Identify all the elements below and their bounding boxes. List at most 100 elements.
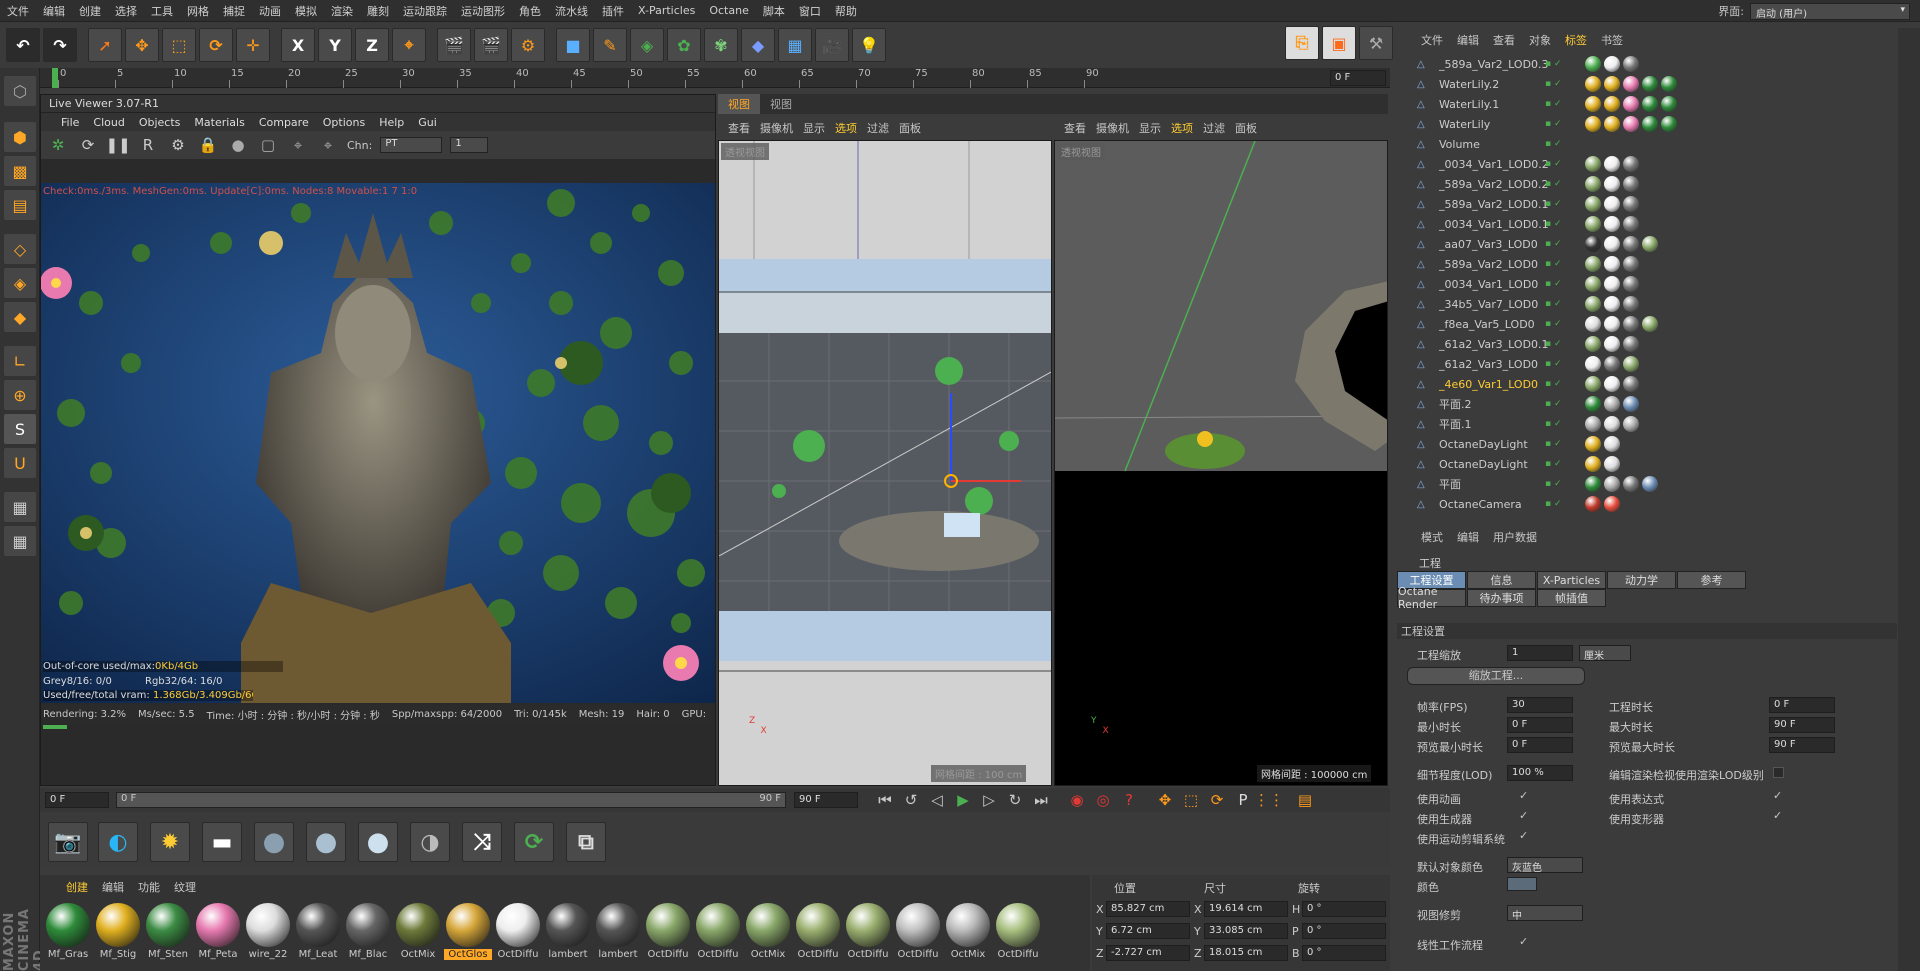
next-key-icon[interactable]: ↻ [1004,789,1026,811]
material-tag-icon[interactable] [1604,436,1620,452]
object-visibility-toggle[interactable]: ▪ ✓ [1545,439,1562,449]
viewport-menu-item[interactable]: 面板 [899,120,921,136]
object-visibility-toggle[interactable]: ▪ ✓ [1545,179,1562,189]
material-tag-icon[interactable] [1604,356,1620,372]
position-x-field[interactable]: 85.827 cm [1106,901,1190,917]
object-row[interactable]: △ OctaneDayLight ▪ ✓ [1403,434,1913,454]
object-visibility-toggle[interactable]: ▪ ✓ [1545,159,1562,169]
menu-item[interactable]: 脚本 [756,3,792,19]
material-tag-icon[interactable] [1623,256,1639,272]
menu-item[interactable]: 运动图形 [454,3,512,19]
magnet-icon[interactable]: U [4,448,36,478]
rotation-b-field[interactable]: 0 ° [1302,945,1386,961]
material-tag-icon[interactable] [1642,236,1658,252]
snap-icon[interactable]: S [4,414,36,444]
material-tag-icon[interactable] [1604,416,1620,432]
menu-item[interactable]: 选择 [108,3,144,19]
attribute-menu-item[interactable]: 编辑 [1457,529,1479,547]
attribute-tab[interactable]: X-Particles [1537,571,1606,589]
live-viewer-menu-item[interactable]: Help [379,116,404,129]
material-tag-icon[interactable] [1585,176,1601,192]
object-visibility-toggle[interactable]: ▪ ✓ [1545,219,1562,229]
use-animation-check[interactable]: ✓ [1519,789,1528,802]
material-tag-icon[interactable] [1604,96,1620,112]
key-param-icon[interactable]: P [1232,789,1254,811]
project-duration-field[interactable]: 0 F [1769,697,1835,713]
object-visibility-toggle[interactable]: ▪ ✓ [1545,479,1562,489]
light-icon[interactable]: 💡 [852,28,886,62]
material-tag-icon[interactable] [1642,96,1658,112]
material-tag-icon[interactable] [1623,356,1639,372]
material-tag-icon[interactable] [1604,396,1620,412]
render-view-button[interactable]: 🎬 [437,28,471,62]
material-swatch[interactable] [546,903,590,947]
object-row[interactable]: △ Volume ▪ ✓ [1403,134,1913,154]
material-tag-icon[interactable] [1604,476,1620,492]
object-row[interactable]: △ _61a2_Var3_LOD0.1 ▪ ✓ [1403,334,1913,354]
material-tag-icon[interactable] [1585,116,1601,132]
menu-item[interactable]: 渲染 [324,3,360,19]
menu-item[interactable]: X-Particles [631,4,702,17]
record-icon[interactable]: ◉ [1066,789,1088,811]
material-tag-icon[interactable] [1623,316,1639,332]
subdivision-icon[interactable]: ◈ [630,28,664,62]
octane-mix-mat-icon[interactable]: ◑ [410,822,450,862]
material-tag-icon[interactable] [1604,376,1620,392]
object-visibility-toggle[interactable]: ▪ ✓ [1545,99,1562,109]
project-scale-unit[interactable]: 厘米 [1579,645,1631,662]
material-tag-icon[interactable] [1623,76,1639,92]
material-tag-icon[interactable] [1585,336,1601,352]
material-menu-item[interactable]: 功能 [138,879,160,897]
live-viewer-menu-item[interactable]: Cloud [93,116,124,129]
object-visibility-toggle[interactable]: ▪ ✓ [1545,199,1562,209]
use-expression-check[interactable]: ✓ [1773,789,1782,802]
menu-item[interactable]: 模拟 [288,3,324,19]
start-frame-field[interactable]: 0 F [45,792,109,808]
scale-tool-button[interactable]: ⬚ [162,28,196,62]
project-scale-field[interactable]: 1 [1507,645,1573,661]
live-viewer-menu-item[interactable]: Options [323,116,365,129]
material-tag-icon[interactable] [1661,116,1677,132]
material-swatch[interactable] [796,903,840,947]
object-row[interactable]: △ _589a_Var2_LOD0.1 ▪ ✓ [1403,194,1913,214]
object-row[interactable]: △ _f8ea_Var5_LOD0 ▪ ✓ [1403,314,1913,334]
key-move-icon[interactable]: ✥ [1154,789,1176,811]
viewport-menu-item[interactable]: 面板 [1235,120,1257,136]
color-swatch[interactable] [1507,877,1537,891]
material-swatch[interactable] [696,903,740,947]
material-tag-icon[interactable] [1604,496,1620,512]
material-menu-item[interactable]: 创建 [66,879,88,897]
z-axis-button[interactable]: Z [355,28,389,62]
material-swatch[interactable] [96,903,140,947]
left-viewport[interactable]: 透视视图 Z X 网格间距 : 100 cm [718,140,1052,786]
menu-item[interactable]: 编辑 [36,3,72,19]
material-swatch[interactable] [846,903,890,947]
material-tag-icon[interactable] [1661,96,1677,112]
object-menu-item[interactable]: 编辑 [1457,32,1479,50]
material-swatch[interactable] [246,903,290,947]
render-picture-viewer-button[interactable]: 🎬 [474,28,508,62]
pick-focus-icon[interactable]: ⌖ [287,134,309,156]
menu-item[interactable]: 流水线 [548,3,595,19]
material-swatch[interactable] [496,903,540,947]
material-tag-icon[interactable] [1623,476,1639,492]
viewport-menu-item[interactable]: 过滤 [1203,120,1225,136]
linear-workflow-check[interactable]: ✓ [1519,935,1528,948]
object-menu-item[interactable]: 文件 [1421,32,1443,50]
object-row[interactable]: △ OctaneDayLight ▪ ✓ [1403,454,1913,474]
axis-icon[interactable]: ∟ [4,346,36,376]
points-mode-icon[interactable]: ◇ [4,234,36,264]
object-visibility-toggle[interactable]: ▪ ✓ [1545,59,1562,69]
material-tag-icon[interactable] [1623,196,1639,212]
object-visibility-toggle[interactable]: ▪ ✓ [1545,459,1562,469]
size-x-field[interactable]: 19.614 cm [1204,901,1288,917]
interface-dropdown[interactable]: 启动 (用户) [1750,2,1910,20]
material-swatch[interactable] [646,903,690,947]
viewport-menu-item[interactable]: 过滤 [867,120,889,136]
material-tag-icon[interactable] [1585,436,1601,452]
live-viewer-menu-item[interactable]: Materials [194,116,244,129]
octane-daylight-icon[interactable]: ✹ [150,822,190,862]
viewport-menu-item[interactable]: 摄像机 [760,120,793,136]
transform-tool-button[interactable]: ✛ [236,28,270,62]
octane-node-editor-icon[interactable]: ⧉ [566,822,606,862]
